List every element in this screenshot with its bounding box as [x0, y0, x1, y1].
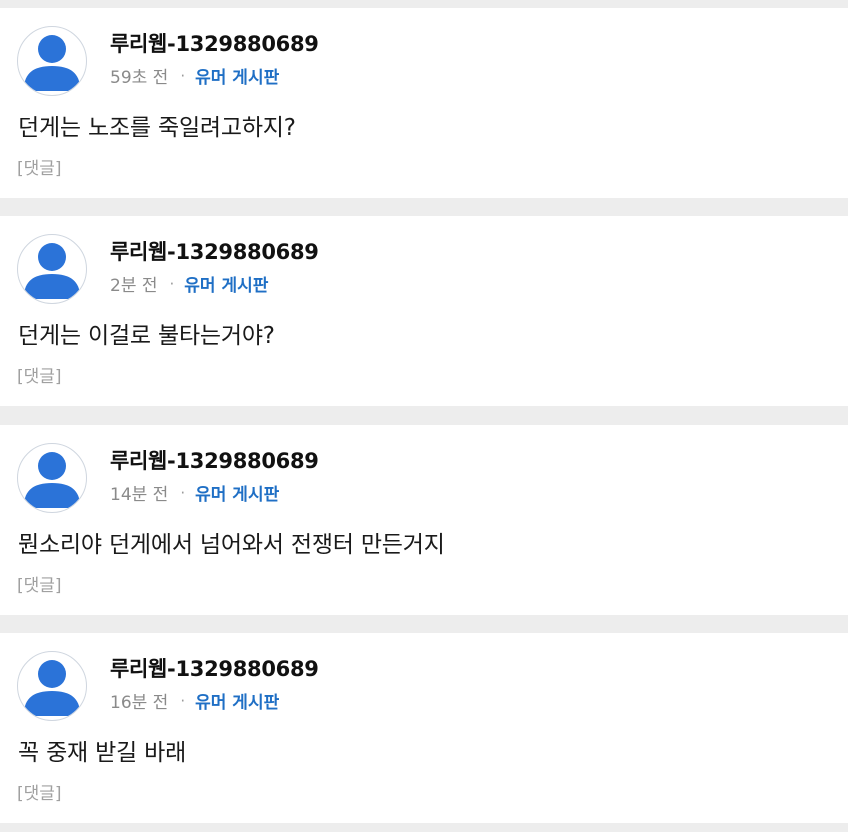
- reply-button[interactable]: [댓글]: [17, 362, 62, 387]
- avatar[interactable]: [17, 651, 87, 721]
- reply-button[interactable]: [댓글]: [17, 571, 62, 596]
- board-link[interactable]: 유머 게시판: [184, 271, 268, 296]
- avatar[interactable]: [17, 26, 87, 96]
- timestamp: 14분 전: [110, 485, 169, 505]
- default-user-icon: [24, 452, 80, 508]
- comment-meta: 14분 전 · 유머 게시판: [110, 480, 279, 506]
- author-name[interactable]: 루리웹-1329880689: [110, 445, 319, 475]
- default-user-icon: [24, 660, 80, 716]
- author-name[interactable]: 루리웹-1329880689: [110, 28, 319, 58]
- timestamp: 59초 전: [110, 68, 169, 88]
- comment-text[interactable]: 꼭 중재 받길 바래: [18, 733, 186, 767]
- comment-text[interactable]: 던게는 노조를 죽일려고하지?: [18, 108, 296, 142]
- reply-button[interactable]: [댓글]: [17, 154, 62, 179]
- comment-meta: 59초 전 · 유머 게시판: [110, 63, 279, 89]
- comment-meta: 16분 전 · 유머 게시판: [110, 688, 279, 714]
- board-link[interactable]: 유머 게시판: [195, 688, 279, 713]
- separator-dot: ·: [180, 66, 186, 85]
- comment-text[interactable]: 던게는 이걸로 불타는거야?: [18, 316, 275, 350]
- comment-item: 루리웹-1329880689 14분 전 · 유머 게시판 뭔소리야 던게에서 …: [0, 425, 848, 615]
- comment-item: 루리웹-1329880689 2분 전 · 유머 게시판 던게는 이걸로 불타는…: [0, 216, 848, 406]
- reply-button[interactable]: [댓글]: [17, 779, 62, 804]
- author-name[interactable]: 루리웹-1329880689: [110, 653, 319, 683]
- author-name[interactable]: 루리웹-1329880689: [110, 236, 319, 266]
- timestamp: 16분 전: [110, 693, 169, 713]
- default-user-icon: [24, 243, 80, 299]
- timestamp: 2분 전: [110, 276, 158, 296]
- comment-meta: 2분 전 · 유머 게시판: [110, 271, 268, 297]
- avatar[interactable]: [17, 443, 87, 513]
- avatar[interactable]: [17, 234, 87, 304]
- comment-item: 루리웹-1329880689 16분 전 · 유머 게시판 꼭 중재 받길 바래…: [0, 633, 848, 823]
- comment-text[interactable]: 뭔소리야 던게에서 넘어와서 전쟁터 만든거지: [18, 525, 445, 559]
- board-link[interactable]: 유머 게시판: [195, 63, 279, 88]
- default-user-icon: [24, 35, 80, 91]
- separator-dot: ·: [169, 274, 175, 293]
- separator-dot: ·: [180, 483, 186, 502]
- board-link[interactable]: 유머 게시판: [195, 480, 279, 505]
- comment-item: 루리웹-1329880689 59초 전 · 유머 게시판 던게는 노조를 죽일…: [0, 8, 848, 198]
- separator-dot: ·: [180, 691, 186, 710]
